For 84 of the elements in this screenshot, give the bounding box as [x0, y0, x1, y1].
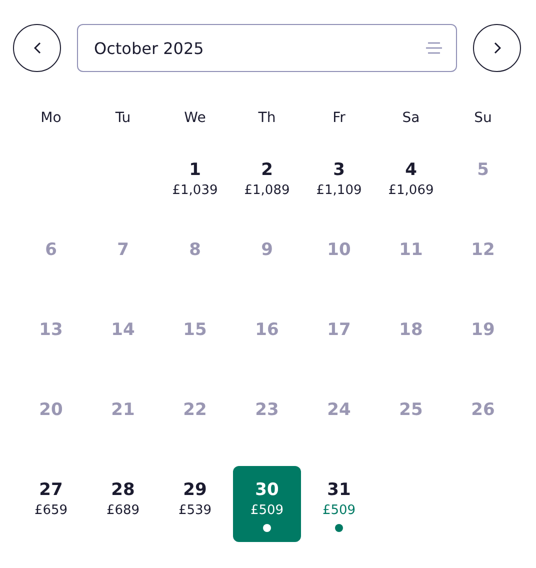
calendar-day[interactable]: 27 £659	[17, 466, 85, 542]
day-number: 6	[45, 240, 57, 260]
weekday-label: Mo	[40, 110, 62, 126]
lines-icon	[426, 42, 442, 54]
day-number: 31	[327, 480, 351, 500]
calendar-day[interactable]: 17	[305, 306, 373, 382]
day-number: 25	[399, 400, 423, 420]
calendar-day[interactable]: 5	[449, 146, 517, 222]
calendar-day[interactable]: 8	[161, 226, 229, 302]
chevron-right-icon	[494, 42, 500, 54]
calendar-day[interactable]: 18	[377, 306, 445, 382]
calendar-day[interactable]: 6	[17, 226, 85, 302]
calendar-day[interactable]: 19	[449, 306, 517, 382]
price-label: £689	[106, 503, 140, 518]
previous-month-button[interactable]	[13, 24, 61, 72]
day-number: 28	[111, 480, 135, 500]
price-label: £659	[34, 503, 68, 518]
calendar-day[interactable]: 28 £689	[89, 466, 157, 542]
day-number: 18	[399, 320, 423, 340]
calendar-day[interactable]: 29 £539	[161, 466, 229, 542]
calendar-day[interactable]: 11	[377, 226, 445, 302]
calendar-day[interactable]: 10	[305, 226, 373, 302]
month-field[interactable]: October 2025	[77, 24, 457, 72]
calendar-day[interactable]: 30 £509	[233, 466, 301, 542]
day-number: 15	[183, 320, 207, 340]
price-label: £509	[250, 503, 284, 518]
calendar-day[interactable]: 24	[305, 386, 373, 462]
day-number: 12	[471, 240, 495, 260]
day-number: 17	[327, 320, 351, 340]
day-number: 9	[261, 240, 273, 260]
calendar-day[interactable]: 31 £509	[305, 466, 373, 542]
day-number: 29	[183, 480, 207, 500]
day-number: 27	[39, 480, 63, 500]
day-number: 7	[117, 240, 129, 260]
calendar-day[interactable]: 20	[17, 386, 85, 462]
weekday-label: Th	[258, 110, 276, 126]
day-number: 2	[261, 160, 273, 180]
weekday-label: Sa	[402, 110, 420, 126]
day-number: 30	[255, 480, 279, 500]
chevron-left-icon	[34, 42, 40, 54]
calendar-day[interactable]: 25	[377, 386, 445, 462]
calendar-day[interactable]: 1 £1,039	[161, 146, 229, 222]
day-number: 16	[255, 320, 279, 340]
calendar-day[interactable]: 16	[233, 306, 301, 382]
day-number: 1	[189, 160, 201, 180]
weekday-label: We	[184, 110, 206, 126]
day-number: 8	[189, 240, 201, 260]
calendar-day[interactable]: 7	[89, 226, 157, 302]
next-month-button[interactable]	[473, 24, 521, 72]
price-label: £1,069	[388, 183, 434, 198]
calendar-day[interactable]: 23	[233, 386, 301, 462]
price-label: £539	[178, 503, 212, 518]
day-number: 20	[39, 400, 63, 420]
price-label: £509	[322, 503, 356, 518]
day-number: 11	[399, 240, 423, 260]
day-number: 19	[471, 320, 495, 340]
day-number: 26	[471, 400, 495, 420]
price-label: £1,109	[316, 183, 362, 198]
day-number: 5	[477, 160, 489, 180]
day-number: 14	[111, 320, 135, 340]
day-number: 24	[327, 400, 351, 420]
calendar-day[interactable]: 3 £1,109	[305, 146, 373, 222]
weekday-label: Fr	[332, 110, 346, 126]
calendar-day[interactable]: 13	[17, 306, 85, 382]
day-number: 10	[327, 240, 351, 260]
calendar-day[interactable]: 22	[161, 386, 229, 462]
calendar-day[interactable]: 2 £1,089	[233, 146, 301, 222]
day-number: 23	[255, 400, 279, 420]
weekday-label: Tu	[115, 110, 131, 126]
calendar-day[interactable]: 12	[449, 226, 517, 302]
day-number: 21	[111, 400, 135, 420]
calendar-day[interactable]: 14	[89, 306, 157, 382]
calendar-day[interactable]: 9	[233, 226, 301, 302]
calendar-day[interactable]: 21	[89, 386, 157, 462]
day-number: 3	[333, 160, 345, 180]
day-number: 13	[39, 320, 63, 340]
calendar-day[interactable]: 26	[449, 386, 517, 462]
weekday-label: Su	[474, 110, 492, 126]
day-number: 4	[405, 160, 417, 180]
price-label: £1,039	[172, 183, 218, 198]
price-label: £1,089	[244, 183, 290, 198]
calendar-day[interactable]: 15	[161, 306, 229, 382]
day-number: 22	[183, 400, 207, 420]
calendar-day[interactable]: 4 £1,069	[377, 146, 445, 222]
